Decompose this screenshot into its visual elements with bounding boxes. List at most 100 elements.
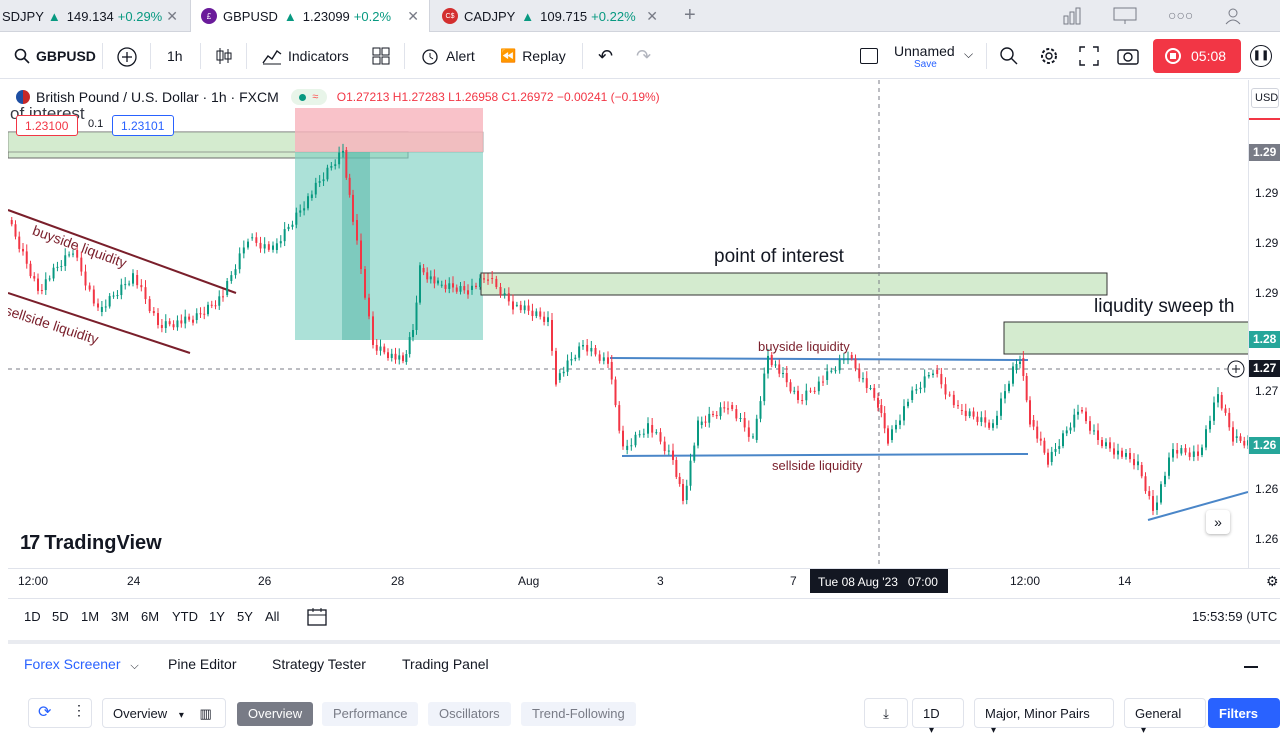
clock-label[interactable]: 15:53:59 (UTC — [1192, 609, 1277, 624]
pause-icon[interactable]: ❚❚ — [1250, 45, 1272, 67]
compare-plus-icon[interactable] — [116, 46, 138, 68]
tab-arrow: ▲ — [521, 8, 535, 24]
view-dropdown[interactable]: Overview ▾ ▥ — [102, 698, 226, 728]
camera-icon[interactable] — [1116, 45, 1140, 67]
candle-body — [1117, 450, 1119, 455]
candle-body — [1022, 358, 1025, 376]
tab-pine-editor[interactable]: Pine Editor — [168, 656, 236, 672]
candle-body — [136, 275, 139, 286]
candle-body — [610, 362, 613, 380]
download-button[interactable]: ⤓ — [864, 698, 908, 728]
candle-body — [1062, 433, 1064, 447]
time-axis[interactable]: 12:00 24 26 28 Aug 3 7 Tue 08 Aug '23 07… — [8, 568, 1280, 594]
layout-square-icon[interactable] — [860, 48, 878, 64]
chart-legend[interactable]: British Pound / U.S. Dollar · 1h · FXCM … — [16, 89, 660, 105]
search-icon — [14, 48, 30, 64]
tab-usdjpy[interactable]: SDJPY ▲ 149.134 +0.29% ✕ — [0, 0, 188, 32]
close-icon[interactable]: ✕ — [166, 8, 178, 25]
range-3m[interactable]: 3M — [111, 609, 129, 624]
range-ytd[interactable]: YTD — [172, 609, 198, 624]
interval-button[interactable]: 1h — [167, 33, 183, 79]
tab-forex-screener[interactable]: Forex Screener ⌵ — [24, 656, 139, 673]
chart-layout-icon[interactable] — [1062, 6, 1084, 26]
fullscreen-icon[interactable] — [1078, 45, 1100, 67]
chart-pane[interactable]: British Pound / U.S. Dollar · 1h · FXCM … — [8, 80, 1248, 568]
candle-body — [614, 379, 617, 406]
candle-body — [862, 378, 864, 380]
candle-body — [499, 287, 502, 296]
pairs-dropdown[interactable]: Major, Minor Pairs ▾ — [974, 698, 1114, 736]
tab-gbpusd[interactable]: £ GBPUSD ▲ 1.23099 +0.2% ✕ — [190, 0, 430, 32]
candle-body — [188, 316, 191, 320]
candle-body — [184, 316, 187, 324]
user-icon[interactable] — [1224, 7, 1242, 25]
tab-strategy-tester[interactable]: Strategy Tester — [272, 656, 366, 672]
gear-icon[interactable] — [1038, 45, 1060, 67]
candle-body — [1015, 364, 1018, 370]
candle-body — [854, 358, 857, 369]
more-icon[interactable]: ○○○ — [1168, 7, 1193, 23]
candle-body — [40, 290, 43, 291]
layout-name[interactable]: Unnamed — [894, 43, 955, 59]
candle-body — [1081, 410, 1083, 412]
candle-body — [475, 285, 477, 287]
range-1d[interactable]: 1D — [24, 609, 41, 624]
symbol-search[interactable]: GBPUSD — [14, 33, 96, 79]
chip-overview[interactable]: Overview — [237, 702, 314, 726]
candle-body — [1105, 442, 1107, 447]
more-vertical-icon[interactable]: ⋮ — [72, 702, 86, 719]
layout-save-label[interactable]: Save — [914, 59, 937, 70]
candle-body — [1228, 412, 1231, 428]
chip-oscillators[interactable]: Oscillators — [428, 702, 511, 726]
candle-body — [419, 265, 421, 303]
monitor-icon[interactable] — [1112, 6, 1138, 26]
alert-button[interactable]: Alert — [420, 33, 475, 79]
redo-icon[interactable]: ↷ — [636, 33, 651, 79]
templates-grid-icon[interactable] — [372, 47, 390, 65]
scroll-to-realtime-button[interactable]: » — [1206, 510, 1230, 534]
tab-symbol: CADJPY — [464, 8, 516, 24]
undo-icon[interactable]: ↶ — [598, 33, 613, 79]
go-to-date-icon[interactable] — [306, 607, 328, 627]
close-icon[interactable]: ✕ — [646, 8, 658, 25]
currency-label[interactable]: USD — [1251, 88, 1279, 108]
candle-body — [570, 359, 573, 361]
range-5d[interactable]: 5D — [52, 609, 69, 624]
candle-body — [398, 355, 401, 360]
category-dropdown[interactable]: General ▾ — [1124, 698, 1206, 736]
candle-body — [778, 364, 781, 374]
add-tab-icon[interactable]: + — [684, 4, 696, 27]
candle-type-icon[interactable] — [214, 46, 234, 66]
price-chart[interactable] — [8, 80, 1248, 568]
buy-price-button[interactable]: 1.23101 — [112, 115, 174, 136]
refresh-icon[interactable]: ⟳ — [38, 702, 51, 722]
tab-trading-panel[interactable]: Trading Panel — [402, 656, 489, 672]
axis-settings-icon[interactable]: ⚙ — [1266, 573, 1279, 590]
chip-performance[interactable]: Performance — [322, 702, 419, 726]
candle-body — [44, 279, 47, 291]
record-button[interactable]: 05:08 — [1153, 39, 1241, 73]
quick-search-icon[interactable] — [998, 45, 1020, 67]
candle-body — [1164, 475, 1166, 485]
candle-body — [915, 389, 918, 391]
range-1y[interactable]: 1Y — [209, 609, 225, 624]
range-1m[interactable]: 1M — [81, 609, 99, 624]
candle-body — [976, 416, 979, 422]
alert-label: Alert — [446, 48, 475, 64]
indicators-button[interactable]: Indicators — [262, 33, 349, 79]
close-icon[interactable]: ✕ — [407, 8, 419, 25]
chevron-down-icon[interactable]: ⌵ — [964, 47, 973, 62]
sell-price-button[interactable]: 1.23100 — [16, 115, 78, 136]
range-all[interactable]: All — [265, 609, 279, 624]
filters-button[interactable]: Filters — [1208, 698, 1280, 728]
candle-body — [759, 401, 762, 419]
replay-button[interactable]: ⏪ Replay — [500, 33, 566, 79]
range-6m[interactable]: 6M — [141, 609, 159, 624]
range-5y[interactable]: 5Y — [237, 609, 253, 624]
chip-trend-following[interactable]: Trend-Following — [521, 702, 636, 726]
price-axis[interactable]: USD 1.29 1.29 1.29 1.27 1.26 1.26 1.29 1… — [1248, 80, 1280, 568]
interval-dropdown[interactable]: 1D ▾ — [912, 698, 964, 736]
tab-cadjpy[interactable]: C$ CADJPY ▲ 109.715 +0.22% ✕ — [432, 0, 668, 32]
candle-body — [218, 296, 221, 306]
minimize-icon[interactable] — [1244, 666, 1258, 668]
